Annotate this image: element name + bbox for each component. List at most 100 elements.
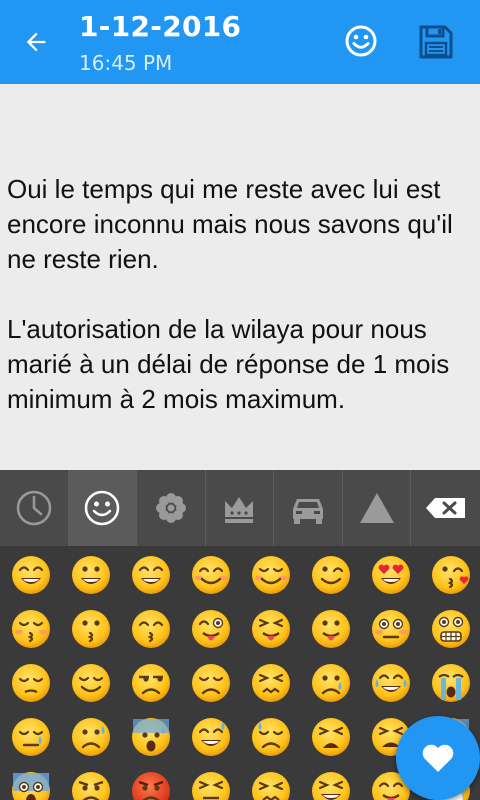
tab-recent[interactable]: [0, 470, 69, 546]
laughing-emoji-icon: [312, 772, 350, 800]
emoji-stuck-out-tongue-winking-eye-key[interactable]: [190, 608, 232, 650]
kissing-closed-eyes-emoji-icon: [12, 610, 50, 648]
sleepy-emoji-icon: [12, 718, 50, 756]
emoji-laughing-key[interactable]: [310, 770, 352, 800]
emoji-sob-key[interactable]: [430, 662, 472, 704]
cry-emoji-icon: [312, 664, 350, 702]
car-icon: [293, 499, 324, 524]
smiley-icon: [85, 490, 120, 526]
note-paragraph[interactable]: Oui le temps qui me reste avec lui est e…: [7, 172, 472, 277]
emoji-category-tabs: [0, 470, 480, 546]
emoji-toggle-button[interactable]: [340, 20, 382, 62]
tab-objects[interactable]: [206, 470, 275, 546]
persevere-emoji-icon: [252, 664, 290, 702]
triumph-emoji-icon: [192, 772, 230, 800]
disappointed-emoji-icon: [192, 664, 230, 702]
joy-emoji-icon: [372, 664, 410, 702]
cold-sweat-emoji-icon: [132, 718, 170, 756]
kissing-smiling-eyes-emoji-icon: [132, 610, 170, 648]
angry-emoji-icon: [72, 772, 110, 800]
pensive-emoji-icon: [12, 664, 50, 702]
grin-emoji-icon: [12, 556, 50, 594]
emoji-triumph-key[interactable]: [190, 770, 232, 800]
sob-emoji-icon: [432, 664, 470, 702]
note-date-title: 1-12-2016: [79, 10, 242, 43]
sweat-smile-emoji-icon: [192, 718, 230, 756]
emoji-wink-key[interactable]: [310, 554, 352, 596]
arrow-back-icon: [26, 32, 46, 52]
emoji-stuck-out-tongue-key[interactable]: [310, 608, 352, 650]
emoji-kissing-key[interactable]: [70, 608, 112, 650]
app-bar: 1-12-2016 16:45 PM: [0, 0, 480, 84]
weary-emoji-icon: [312, 718, 350, 756]
emoji-persevere-key[interactable]: [250, 662, 292, 704]
emoji-unamused-key[interactable]: [130, 662, 172, 704]
stuck-out-tongue-winking-eye-emoji-icon: [192, 610, 230, 648]
smiley-icon: [345, 25, 377, 57]
smile-emoji-icon: [132, 556, 170, 594]
note-paragraph[interactable]: L'autorisation de la wilaya pour nous ma…: [7, 312, 472, 417]
title-block: 1-12-2016 16:45 PM: [79, 10, 241, 76]
backspace-button[interactable]: [411, 470, 480, 546]
tab-travel[interactable]: [274, 470, 343, 546]
kissing-emoji-icon: [72, 610, 110, 648]
emoji-angry-key[interactable]: [70, 770, 112, 800]
tab-nature[interactable]: [137, 470, 206, 546]
save-button[interactable]: [416, 22, 456, 62]
emoji-sweat-key[interactable]: [250, 716, 292, 758]
heart-icon: [422, 744, 454, 772]
emoji-scream-key[interactable]: [10, 770, 52, 800]
emoji-joy-key[interactable]: [370, 662, 412, 704]
crown-icon: [225, 497, 254, 523]
blush-emoji-icon: [192, 556, 230, 594]
emoji-disappointed-key[interactable]: [190, 662, 232, 704]
rage-emoji-icon: [132, 772, 170, 800]
emoji-disappointed-relieved-key[interactable]: [70, 716, 112, 758]
emoji-kissing-heart-key[interactable]: [430, 554, 472, 596]
emoji-stuck-out-tongue-closed-eyes-key[interactable]: [250, 608, 292, 650]
favorite-fab-button[interactable]: [396, 716, 480, 800]
emoji-flushed-key[interactable]: [370, 608, 412, 650]
tab-symbols[interactable]: [343, 470, 412, 546]
emoji-cold-sweat-key[interactable]: [130, 716, 172, 758]
wink-emoji-icon: [312, 556, 350, 594]
confounded-emoji-icon: [252, 772, 290, 800]
grimacing-emoji-icon: [432, 610, 470, 648]
emoji-sleepy-key[interactable]: [10, 716, 52, 758]
emoji-smile-key[interactable]: [130, 554, 172, 596]
note-time-subtitle: 16:45 PM: [79, 51, 173, 75]
emoji-grin-key[interactable]: [10, 554, 52, 596]
smiley-emoji-icon: [72, 556, 110, 594]
emoji-blush-key[interactable]: [190, 554, 232, 596]
relieved-emoji-icon: [72, 664, 110, 702]
emoji-cry-key[interactable]: [310, 662, 352, 704]
floppy-disk-icon: [419, 25, 453, 59]
emoji-kissing-smiling-eyes-key[interactable]: [130, 608, 172, 650]
emoji-sweat-smile-key[interactable]: [190, 716, 232, 758]
backspace-icon: [425, 498, 465, 518]
unamused-emoji-icon: [132, 664, 170, 702]
tab-smileys[interactable]: [68, 470, 138, 546]
triangle-icon: [359, 493, 394, 523]
emoji-smiley-key[interactable]: [70, 554, 112, 596]
heart-eyes-emoji-icon: [372, 556, 410, 594]
emoji-pensive-key[interactable]: [10, 662, 52, 704]
emoji-grimacing-key[interactable]: [430, 608, 472, 650]
back-button[interactable]: [14, 22, 58, 62]
flower-icon: [155, 493, 186, 523]
flushed-emoji-icon: [372, 610, 410, 648]
emoji-heart-eyes-key[interactable]: [370, 554, 412, 596]
emoji-weary-key[interactable]: [310, 716, 352, 758]
emoji-relaxed-key[interactable]: [250, 554, 292, 596]
emoji-rage-key[interactable]: [130, 770, 172, 800]
note-editor[interactable]: Oui le temps qui me reste avec lui est e…: [0, 84, 480, 470]
scream-emoji-icon: [12, 772, 50, 800]
kissing-heart-emoji-icon: [432, 556, 470, 594]
emoji-confounded-key[interactable]: [250, 770, 292, 800]
stuck-out-tongue-emoji-icon: [312, 610, 350, 648]
stuck-out-tongue-closed-eyes-emoji-icon: [252, 610, 290, 648]
clock-icon: [16, 490, 52, 526]
emoji-relieved-key[interactable]: [70, 662, 112, 704]
emoji-kissing-closed-eyes-key[interactable]: [10, 608, 52, 650]
disappointed-relieved-emoji-icon: [72, 718, 110, 756]
